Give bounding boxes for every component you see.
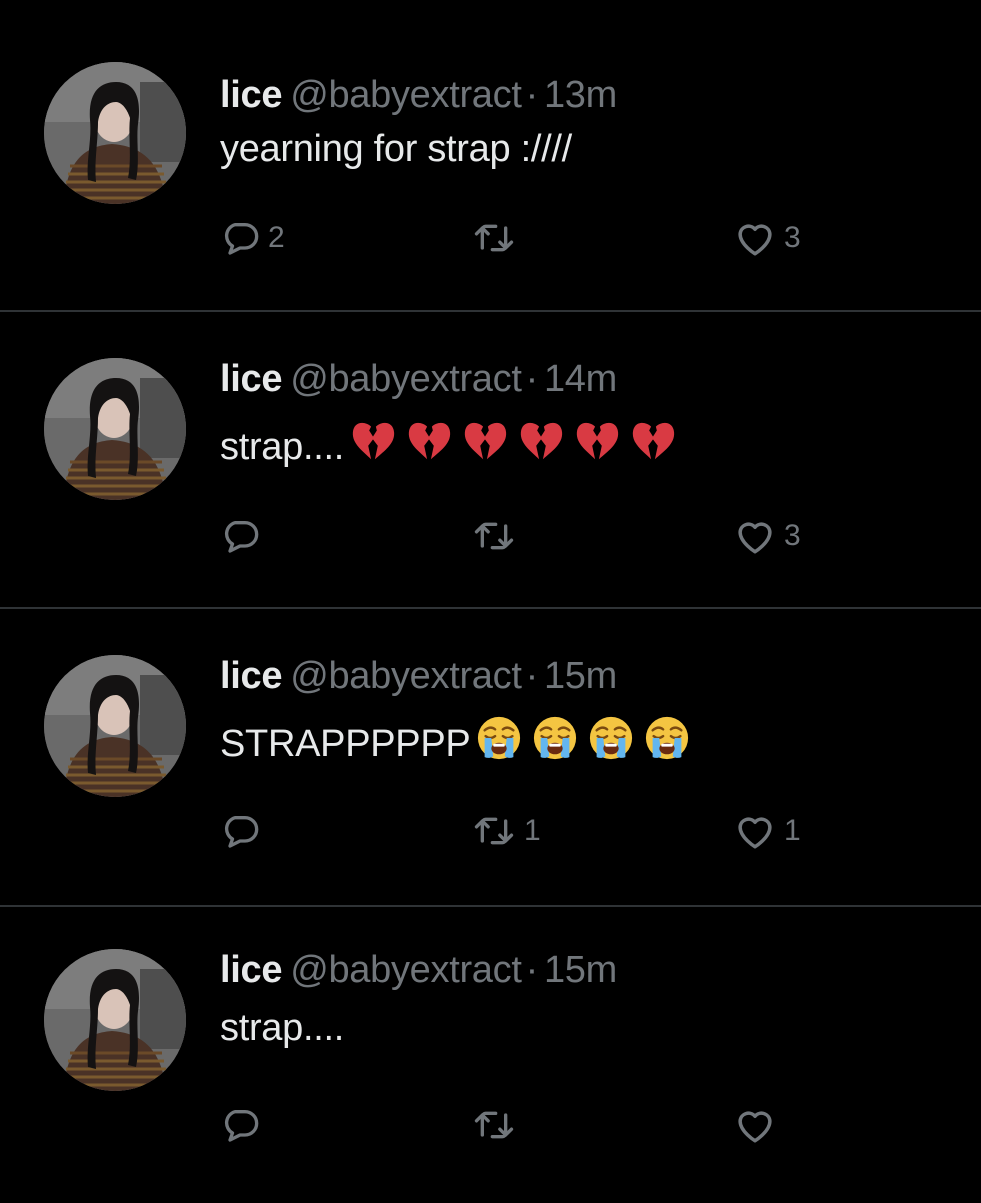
tweet-actions: 2 3 bbox=[220, 216, 860, 260]
tweet[interactable]: lice @babyextract · 15m strap.... bbox=[0, 907, 981, 1203]
user-handle[interactable]: @babyextract bbox=[290, 74, 522, 116]
broken-heart-emoji bbox=[406, 418, 452, 475]
broken-heart-emoji bbox=[574, 418, 620, 475]
avatar[interactable] bbox=[44, 949, 186, 1091]
broken-heart-emoji bbox=[518, 418, 564, 475]
reply-button[interactable] bbox=[220, 514, 268, 558]
retweet-icon bbox=[472, 811, 516, 851]
tweet-header: lice @babyextract · 15m bbox=[220, 653, 617, 699]
tweet-text: yearning for strap ://// bbox=[220, 128, 572, 170]
reply-icon bbox=[220, 516, 260, 556]
timeline-feed: lice @babyextract · 13m yearning for strap … bbox=[0, 0, 981, 1200]
separator-dot: · bbox=[525, 358, 539, 400]
retweet-icon bbox=[472, 1105, 516, 1145]
avatar[interactable] bbox=[44, 655, 186, 797]
like-count: 3 bbox=[784, 221, 801, 254]
heart-icon bbox=[734, 811, 776, 851]
loudly-crying-face-emoji bbox=[532, 715, 578, 772]
avatar[interactable] bbox=[44, 62, 186, 204]
tweet-text: STRAPPPPPP bbox=[220, 722, 471, 765]
user-handle[interactable]: @babyextract bbox=[290, 949, 522, 991]
separator-dot: · bbox=[525, 655, 539, 697]
reply-icon bbox=[220, 1105, 260, 1145]
user-handle[interactable]: @babyextract bbox=[290, 358, 522, 400]
emoji-row bbox=[350, 418, 676, 475]
like-count: 3 bbox=[784, 519, 801, 552]
separator-dot: · bbox=[525, 74, 539, 116]
like-button[interactable]: 1 bbox=[734, 809, 801, 853]
reply-button[interactable] bbox=[220, 809, 268, 853]
avatar[interactable] bbox=[44, 358, 186, 500]
retweet-count: 1 bbox=[524, 814, 541, 847]
tweet-header: lice @babyextract · 13m bbox=[220, 72, 617, 118]
loudly-crying-face-emoji bbox=[476, 715, 522, 772]
retweet-button[interactable]: 1 bbox=[472, 809, 541, 853]
broken-heart-emoji bbox=[630, 418, 676, 475]
tweet-text-block: STRAPPPPPP bbox=[220, 715, 690, 772]
display-name[interactable]: lice bbox=[220, 74, 282, 116]
like-button[interactable]: 3 bbox=[734, 216, 801, 260]
tweet-actions: 1 1 bbox=[220, 809, 860, 853]
timestamp[interactable]: 15m bbox=[544, 655, 617, 697]
heart-icon bbox=[734, 516, 776, 556]
timestamp[interactable]: 15m bbox=[544, 949, 617, 991]
emoji-row bbox=[476, 715, 690, 772]
retweet-button[interactable] bbox=[472, 216, 524, 260]
tweet[interactable]: lice @babyextract · 13m yearning for strap … bbox=[0, 14, 981, 310]
broken-heart-emoji bbox=[350, 418, 396, 475]
reply-icon bbox=[220, 811, 260, 851]
timestamp[interactable]: 14m bbox=[544, 358, 617, 400]
tweet-header: lice @babyextract · 14m bbox=[220, 356, 617, 402]
loudly-crying-face-emoji bbox=[644, 715, 690, 772]
tweet[interactable]: lice @babyextract · 14m strap.... 3 bbox=[0, 312, 981, 608]
tweet-text: strap.... bbox=[220, 425, 345, 468]
like-count: 1 bbox=[784, 814, 801, 847]
retweet-icon bbox=[472, 516, 516, 556]
reply-count: 2 bbox=[268, 221, 285, 254]
tweet-actions bbox=[220, 1103, 860, 1147]
retweet-icon bbox=[472, 218, 516, 258]
timestamp[interactable]: 13m bbox=[544, 74, 617, 116]
tweet-text-block: strap.... bbox=[220, 1005, 350, 1051]
heart-icon bbox=[734, 218, 776, 258]
reply-icon bbox=[220, 218, 260, 258]
display-name[interactable]: lice bbox=[220, 655, 282, 697]
reply-button[interactable]: 2 bbox=[220, 216, 285, 260]
tweet[interactable]: lice @babyextract · 15m STRAPPPPPP 1 1 bbox=[0, 609, 981, 905]
user-handle[interactable]: @babyextract bbox=[290, 655, 522, 697]
retweet-button[interactable] bbox=[472, 1103, 524, 1147]
tweet-text-block: yearning for strap ://// bbox=[220, 126, 578, 172]
tweet-header: lice @babyextract · 15m bbox=[220, 947, 617, 993]
display-name[interactable]: lice bbox=[220, 949, 282, 991]
display-name[interactable]: lice bbox=[220, 358, 282, 400]
reply-button[interactable] bbox=[220, 1103, 268, 1147]
separator-dot: · bbox=[525, 949, 539, 991]
loudly-crying-face-emoji bbox=[588, 715, 634, 772]
tweet-text-block: strap.... bbox=[220, 418, 676, 475]
heart-icon bbox=[734, 1105, 776, 1145]
tweet-actions: 3 bbox=[220, 514, 860, 558]
broken-heart-emoji bbox=[462, 418, 508, 475]
like-button[interactable]: 3 bbox=[734, 514, 801, 558]
tweet-text: strap.... bbox=[220, 1007, 345, 1049]
retweet-button[interactable] bbox=[472, 514, 524, 558]
like-button[interactable] bbox=[734, 1103, 784, 1147]
